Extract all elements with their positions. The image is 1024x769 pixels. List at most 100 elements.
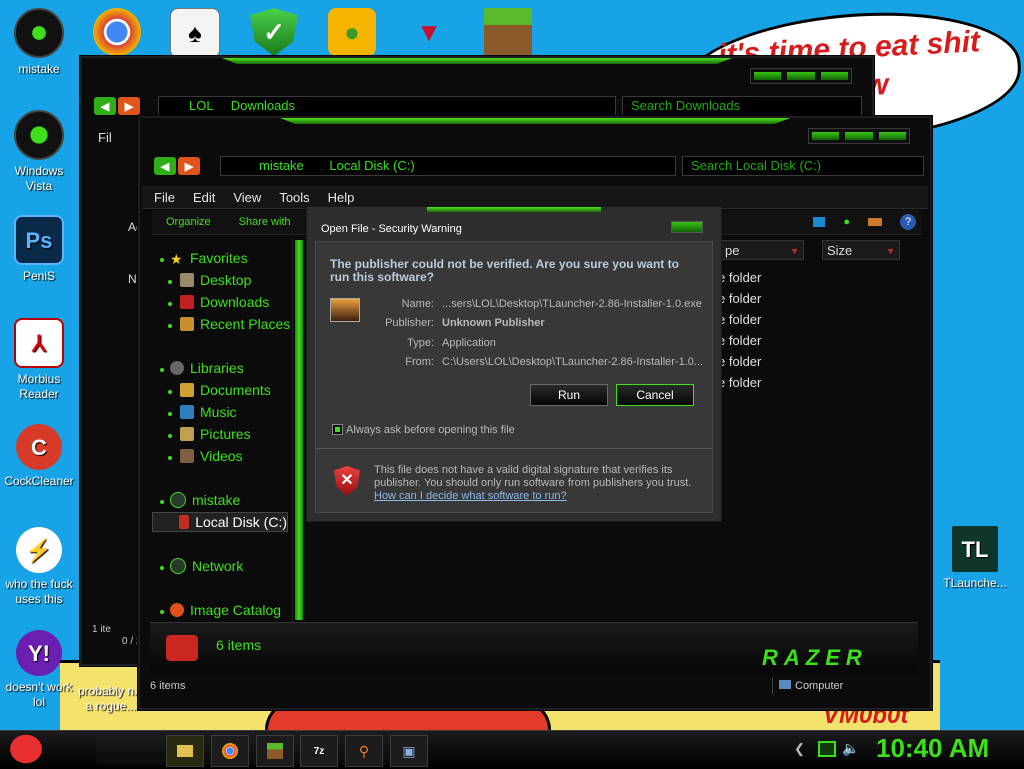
security-shield-icon[interactable]: ✓ [250,8,298,56]
back-arrow-icon[interactable]: ❮ [794,741,805,757]
search-input[interactable]: Search Local Disk (C:) [682,156,924,176]
desktop-icon-morbius-reader[interactable]: ⅄ Morbius Reader [0,318,78,402]
clock[interactable]: 10:40 AM [876,733,989,764]
downloads-icon [180,295,194,309]
menu-view[interactable]: View [233,190,261,205]
window-controls[interactable] [808,128,910,144]
nav-downloads[interactable]: Downloads [180,294,269,310]
share-with-button[interactable]: Share with [239,216,291,228]
solitaire-icon[interactable]: ♠ [170,8,220,58]
organize-button[interactable]: Organize [166,216,211,228]
desktop-icon-penis[interactable]: Ps PeniS [0,215,78,284]
dialog-close-button[interactable] [671,221,703,233]
forward-icon[interactable]: ▶ [178,157,200,175]
menu-help[interactable]: Help [328,190,355,205]
menu-file[interactable]: File [154,190,175,205]
star-icon: ★ [170,251,183,267]
menu-fragment[interactable]: Fil [98,130,112,145]
always-ask-label[interactable]: Always ask before opening this file [346,424,515,436]
back-icon[interactable]: ◀ [154,157,176,175]
dialog-divider [316,448,712,449]
dialog-glow [427,207,601,212]
nav-libraries[interactable]: Libraries [170,360,244,376]
nav-pictures[interactable]: Pictures [180,426,251,442]
angry-bird-start-icon[interactable] [6,731,46,767]
run-button[interactable]: Run [530,384,608,406]
chrome-icon[interactable] [211,735,249,767]
network-icon[interactable] [818,741,836,757]
address-bar[interactable]: LOL Downloads [158,96,616,116]
dialog-title: Open File - Security Warning [321,223,462,235]
nav-documents[interactable]: Documents [180,382,271,398]
nav-favorites[interactable]: ★ Favorites [170,250,248,267]
name-label: Name: [401,298,434,310]
explorer-icon[interactable] [166,735,204,767]
column-header-type[interactable]: pe ▼ [720,240,804,260]
libraries-icon [170,361,184,375]
folder-row-type[interactable]: e folder [718,270,761,285]
always-ask-checkbox[interactable] [332,424,343,435]
desktop-icon-mistake[interactable]: mistake [0,8,78,77]
nav-local-disk[interactable]: Local Disk (C:) [152,512,288,532]
angry-birds-pig-icon[interactable]: ● [328,8,376,56]
documents-icon [180,383,194,397]
cancel-button[interactable]: Cancel [616,384,694,406]
view-icon[interactable] [813,217,826,227]
image-catalog-icon [170,603,184,617]
warning-text: This file does not have a valid digital … [374,464,692,489]
desktop-icon-who-uses-this[interactable]: ⚡ who the fuck uses this [0,527,78,607]
checkbox-check [335,427,340,432]
minecraft-icon[interactable] [256,735,294,767]
sevenzip-icon[interactable]: 7z [300,735,338,767]
menu-tools[interactable]: Tools [279,190,309,205]
forward-icon[interactable]: ▶ [118,97,140,115]
desktop-icon-rogue[interactable]: probably n... a rogue... [76,684,146,714]
minecraft-grass-icon[interactable] [484,8,532,56]
nav-scrollbar[interactable] [292,238,305,622]
nav-image-catalog[interactable]: Image Catalog [170,602,281,618]
nav-videos[interactable]: Videos [180,448,243,464]
search-input[interactable]: Search Downloads [622,96,862,116]
crest-icon[interactable]: ▼ [405,8,453,56]
music-icon [180,405,194,419]
lightning-icon: ⚡ [16,527,62,573]
nav-music[interactable]: Music [180,404,237,420]
nav-recent-places[interactable]: Recent Places [180,316,290,332]
desktop-icon-tlauncher[interactable]: TL TLaunche... [936,526,1014,591]
folder-row-type[interactable]: e folder [718,375,761,390]
chrome-icon[interactable] [93,8,141,56]
taskbar: 7z ⚲ ▣ ❮ 🔈 10:40 AM [0,730,1024,769]
nav-user[interactable]: mistake [170,492,240,508]
security-icon[interactable]: ▣ [390,735,428,767]
desktop-icon-cockcleaner[interactable]: C CockCleaner [0,424,78,489]
folder-row-type[interactable]: e folder [718,291,761,306]
security-warning-dialog[interactable]: Open File - Security Warning The publish… [306,206,722,522]
item-count: 6 items [216,637,262,653]
nav-buttons[interactable]: ◀ ▶ [154,156,200,176]
folder-row-type[interactable]: e folder [718,312,761,327]
desktop-icon-windows-vista[interactable]: Windows Vista [0,110,78,194]
search-icon[interactable]: ⚲ [345,735,383,767]
dot-icon: ● [843,216,850,228]
nav-scrollbar-thumb[interactable] [295,240,303,620]
column-header-size[interactable]: Size ▼ [822,240,900,260]
razer-logo: RAZER [762,645,868,670]
address-bar[interactable]: mistake Local Disk (C:) [220,156,676,176]
yahoo-messenger-icon: Y! [16,630,62,676]
desktop-icon-doesnt-work[interactable]: Y! doesn't work lol [0,630,78,710]
help-link[interactable]: How can I decide what software to run? [374,490,567,502]
menu-edit[interactable]: Edit [193,190,215,205]
nav-buttons[interactable]: ◀ ▶ [94,96,140,116]
help-icon[interactable]: ? [900,214,916,230]
preview-pane-icon[interactable] [868,218,882,226]
window-controls[interactable] [750,68,852,84]
nav-desktop[interactable]: Desktop [180,272,251,288]
recycle-bin-icon [14,110,64,160]
volume-icon[interactable]: 🔈 [842,740,859,757]
nav-network[interactable]: Network [170,558,243,574]
folder-row-type[interactable]: e folder [718,354,761,369]
back-icon[interactable]: ◀ [94,97,116,115]
folder-row-type[interactable]: e folder [718,333,761,348]
view-toolbar: ● ? [720,210,922,235]
tlauncher-icon: TL [952,526,998,572]
